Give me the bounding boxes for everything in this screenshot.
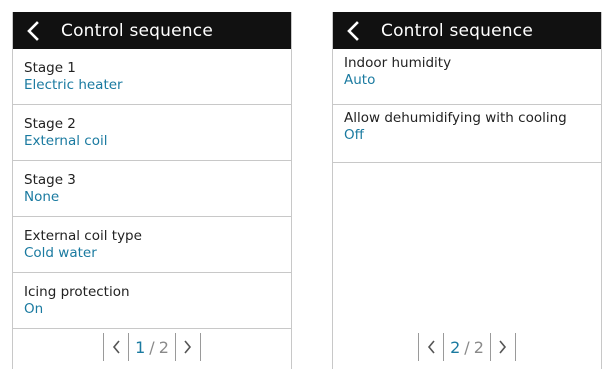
- pager-divider: [514, 333, 516, 361]
- setting-item-icing-protection[interactable]: Icing protection On: [13, 273, 291, 329]
- control-sequence-screen-page-1: Control sequence Stage 1 Electric heater…: [12, 12, 292, 369]
- chevron-left-icon: [347, 20, 359, 41]
- pager-divider: [199, 333, 201, 361]
- total-pages: 2: [158, 337, 169, 357]
- setting-label: Stage 2: [24, 116, 76, 132]
- setting-item-external-coil-type[interactable]: External coil type Cold water: [13, 217, 291, 273]
- setting-value: None: [24, 189, 60, 205]
- pagination: 2 / 2: [333, 325, 601, 369]
- chevron-left-icon: [112, 340, 120, 354]
- setting-value: On: [24, 301, 44, 317]
- setting-value: External coil: [24, 133, 108, 149]
- control-sequence-screen-page-2: Control sequence Indoor humidity Auto Al…: [332, 12, 602, 369]
- page-indicator: 2 / 2: [444, 338, 490, 357]
- chevron-left-icon: [27, 20, 39, 41]
- next-page-button[interactable]: [176, 333, 200, 361]
- back-button[interactable]: [13, 12, 53, 49]
- setting-item-indoor-humidity[interactable]: Indoor humidity Auto: [333, 49, 601, 105]
- screen-title: Control sequence: [381, 20, 533, 41]
- pagination: 1 / 2: [13, 325, 291, 369]
- setting-label: Indoor humidity: [344, 55, 452, 71]
- setting-item-stage-1[interactable]: Stage 1 Electric heater: [13, 49, 291, 105]
- page-indicator: 1 / 2: [129, 338, 175, 357]
- current-page: 1: [135, 337, 146, 357]
- setting-value: Cold water: [24, 245, 97, 261]
- setting-label: External coil type: [24, 228, 142, 244]
- next-page-button[interactable]: [491, 333, 515, 361]
- screen-header: Control sequence: [13, 12, 291, 49]
- previous-page-button[interactable]: [104, 333, 128, 361]
- setting-item-stage-3[interactable]: Stage 3 None: [13, 161, 291, 217]
- setting-label: Stage 3: [24, 172, 76, 188]
- chevron-right-icon: [184, 340, 192, 354]
- setting-item-allow-dehumidifying[interactable]: Allow dehumidifying with cooling Off: [333, 105, 601, 163]
- page-separator: /: [149, 337, 155, 357]
- total-pages: 2: [473, 337, 484, 357]
- setting-label: Stage 1: [24, 60, 76, 76]
- back-button[interactable]: [333, 12, 373, 49]
- screen-header: Control sequence: [333, 12, 601, 49]
- setting-item-stage-2[interactable]: Stage 2 External coil: [13, 105, 291, 161]
- chevron-left-icon: [427, 340, 435, 354]
- chevron-right-icon: [499, 340, 507, 354]
- setting-value: Off: [344, 127, 364, 143]
- setting-label: Allow dehumidifying with cooling: [344, 110, 567, 126]
- setting-value: Electric heater: [24, 77, 123, 93]
- current-page: 2: [450, 337, 461, 357]
- setting-label: Icing protection: [24, 284, 130, 300]
- previous-page-button[interactable]: [419, 333, 443, 361]
- page-separator: /: [464, 337, 470, 357]
- setting-value: Auto: [344, 72, 376, 88]
- screen-title: Control sequence: [61, 20, 213, 41]
